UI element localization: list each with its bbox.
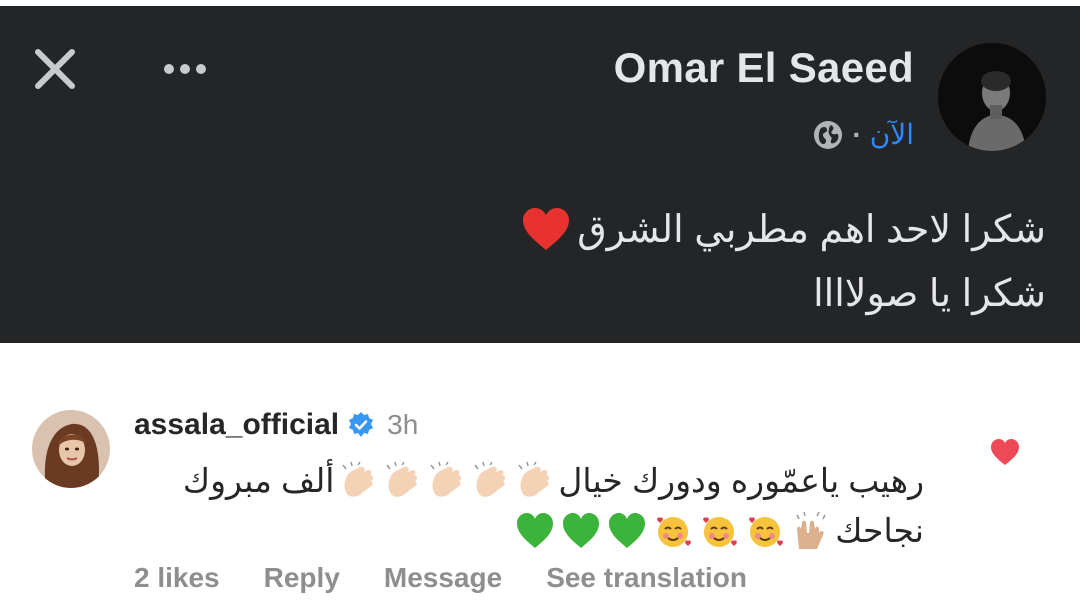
comment-line-2: نجاحك bbox=[134, 506, 924, 556]
meta-separator: · bbox=[852, 118, 862, 150]
see-translation-button[interactable]: See translation bbox=[546, 562, 747, 594]
heart-icon[interactable] bbox=[990, 438, 1020, 466]
commenter-username[interactable]: assala_official bbox=[134, 408, 339, 442]
verified-badge-icon bbox=[349, 412, 374, 437]
likes-count-link[interactable]: 2 likes bbox=[134, 562, 220, 594]
post-text-1: شكرا لاحد اهم مطربي الشرق bbox=[577, 208, 1046, 251]
smiling-hearts-emoji bbox=[657, 517, 692, 547]
globe-icon bbox=[814, 120, 843, 149]
comment-actions: 2 likes Reply Message See translation bbox=[134, 562, 747, 594]
commenter-avatar[interactable] bbox=[32, 410, 110, 488]
commenter-avatar-photo bbox=[32, 410, 110, 488]
comment-text-3: نجاحك bbox=[835, 512, 924, 549]
close-icon bbox=[35, 49, 75, 89]
smiling-hearts-emoji bbox=[703, 517, 738, 547]
clapping-hands-emoji bbox=[518, 461, 550, 497]
close-button[interactable] bbox=[30, 44, 80, 94]
facebook-post-card: Omar El Saeed · الآن شكرا لاحد اهم مطربي… bbox=[0, 6, 1080, 343]
clapping-hands-emoji bbox=[386, 461, 418, 497]
post-text-2: شكرا يا صولاااا bbox=[813, 273, 1046, 315]
comment-text: رهيب ياعمّوره ودورك خيال ألف مبروك نجاحك bbox=[134, 456, 924, 556]
comment-text-1: رهيب ياعمّوره ودورك خيال bbox=[558, 462, 924, 499]
comment-text-2: ألف مبروك bbox=[182, 462, 335, 499]
avatar-photo bbox=[938, 43, 1046, 151]
more-options-button[interactable] bbox=[158, 54, 212, 84]
post-meta: · الآن bbox=[812, 118, 914, 151]
clapping-hands-emoji bbox=[474, 461, 506, 497]
reply-button[interactable]: Reply bbox=[264, 562, 340, 594]
comment-time: 3h bbox=[387, 409, 419, 440]
post-text-line-1: شكرا لاحد اهم مطربي الشرق bbox=[521, 206, 1046, 252]
emoji-group bbox=[515, 511, 831, 551]
green-heart-emoji bbox=[563, 513, 600, 548]
clapping-hands-emoji bbox=[342, 461, 374, 497]
clapping-hands-group bbox=[338, 461, 554, 501]
green-heart-emoji bbox=[609, 513, 646, 548]
clapping-hands-emoji bbox=[430, 461, 462, 497]
red-heart-emoji bbox=[523, 208, 570, 250]
green-heart-emoji bbox=[517, 513, 554, 548]
comment-line-1: رهيب ياعمّوره ودورك خيال ألف مبروك bbox=[134, 456, 924, 506]
post-author-name[interactable]: Omar El Saeed bbox=[614, 44, 914, 92]
more-icon bbox=[164, 64, 206, 74]
post-time[interactable]: الآن bbox=[870, 118, 914, 151]
message-button[interactable]: Message bbox=[384, 562, 502, 594]
smiling-hearts-emoji bbox=[749, 517, 784, 547]
author-avatar[interactable] bbox=[938, 43, 1046, 151]
post-text-line-2: شكرا يا صولاااا bbox=[813, 271, 1046, 316]
raising-hands-emoji bbox=[796, 511, 826, 549]
comment-header: assala_official 3h bbox=[134, 408, 418, 442]
